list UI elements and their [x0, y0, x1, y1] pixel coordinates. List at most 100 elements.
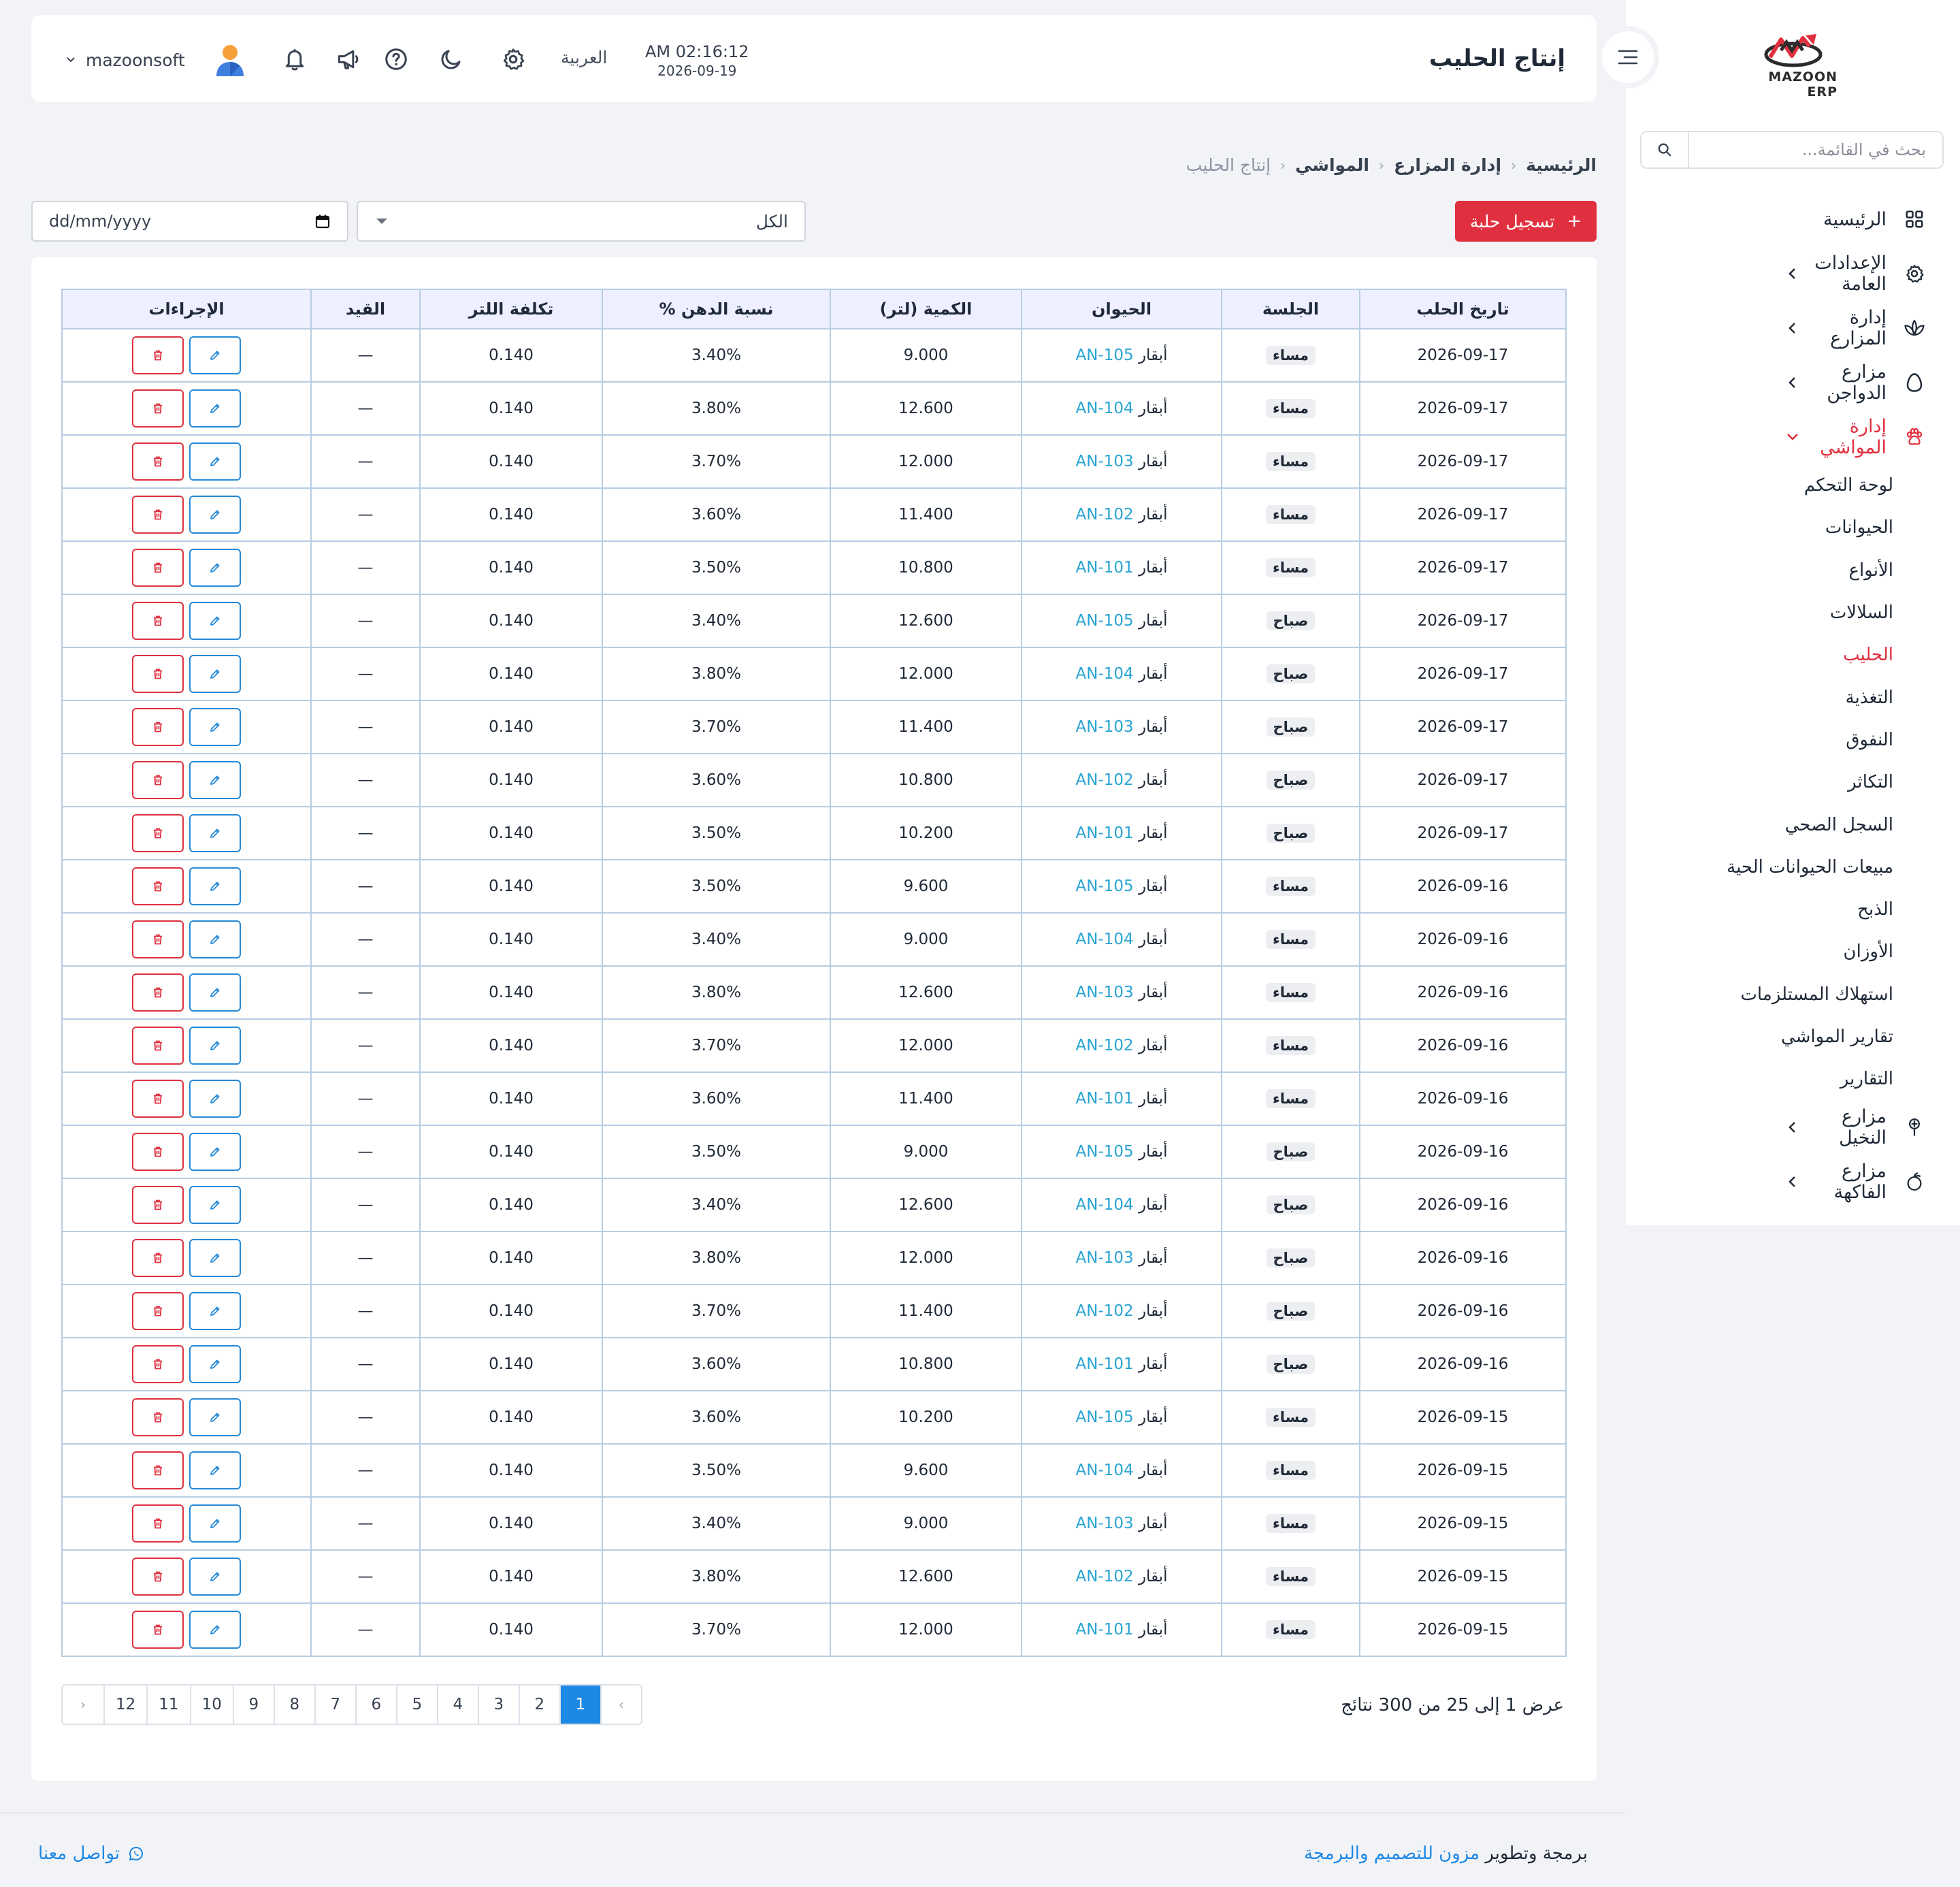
edit-button[interactable] — [189, 1558, 241, 1596]
animal-code-link[interactable]: AN-101 — [1076, 1090, 1134, 1108]
page-2[interactable]: 2 — [518, 1686, 559, 1724]
submenu-item-supplies[interactable]: استهلاك المستلزمات — [1626, 973, 1893, 1016]
pagination-prev[interactable]: ‹ — [600, 1686, 641, 1724]
page-3[interactable]: 3 — [477, 1686, 519, 1724]
delete-button[interactable] — [132, 1292, 184, 1330]
submenu-item-feeding[interactable]: التغذية — [1626, 676, 1893, 718]
page-8[interactable]: 8 — [273, 1686, 314, 1724]
delete-button[interactable] — [132, 708, 184, 746]
edit-button[interactable] — [189, 1186, 241, 1224]
help-icon[interactable] — [382, 45, 410, 74]
delete-button[interactable] — [132, 761, 184, 799]
animal-code-link[interactable]: AN-101 — [1076, 824, 1134, 842]
edit-button[interactable] — [189, 655, 241, 693]
animal-code-link[interactable]: AN-104 — [1076, 1462, 1134, 1479]
delete-button[interactable] — [132, 336, 184, 374]
edit-button[interactable] — [189, 761, 241, 799]
delete-button[interactable] — [132, 602, 184, 640]
animal-code-link[interactable]: AN-105 — [1076, 346, 1134, 364]
animal-code-link[interactable]: AN-102 — [1076, 1037, 1134, 1054]
delete-button[interactable] — [132, 1239, 184, 1277]
delete-button[interactable] — [132, 1027, 184, 1065]
page-6[interactable]: 6 — [355, 1686, 396, 1724]
add-milking-button[interactable]: + تسجيل حلبة — [1455, 201, 1597, 242]
page-7[interactable]: 7 — [314, 1686, 355, 1724]
animal-code-link[interactable]: AN-102 — [1076, 1568, 1134, 1585]
delete-button[interactable] — [132, 389, 184, 428]
breadcrumb-livestock[interactable]: المواشي — [1295, 155, 1369, 175]
animal-code-link[interactable]: AN-103 — [1076, 1249, 1134, 1267]
delete-button[interactable] — [132, 1611, 184, 1649]
edit-button[interactable] — [189, 814, 241, 852]
column-header-session[interactable]: الجلسة — [1221, 289, 1360, 329]
sidebar-item-fruit-farms[interactable]: مزارع الفاكهة — [1626, 1155, 1960, 1209]
edit-button[interactable] — [189, 1611, 241, 1649]
animal-code-link[interactable]: AN-102 — [1076, 1302, 1134, 1320]
brand-logo[interactable]: MAZOON ERP — [1749, 30, 1838, 99]
page-9[interactable]: 9 — [232, 1686, 274, 1724]
edit-button[interactable] — [189, 549, 241, 587]
submenu-item-milk[interactable]: الحليب — [1626, 634, 1893, 676]
edit-button[interactable] — [189, 973, 241, 1012]
edit-button[interactable] — [189, 1292, 241, 1330]
submenu-item-mortality[interactable]: النفوق — [1626, 719, 1893, 761]
sidebar-item-livestock[interactable]: إدارة المواشي — [1626, 410, 1960, 464]
delete-button[interactable] — [132, 442, 184, 481]
edit-button[interactable] — [189, 867, 241, 905]
delete-button[interactable] — [132, 549, 184, 587]
delete-button[interactable] — [132, 867, 184, 905]
animal-code-link[interactable]: AN-102 — [1076, 506, 1134, 523]
edit-button[interactable] — [189, 442, 241, 481]
page-4[interactable]: 4 — [436, 1686, 478, 1724]
date-filter-input[interactable]: dd/mm/yyyy — [31, 201, 348, 242]
animal-code-link[interactable]: AN-103 — [1076, 453, 1134, 470]
edit-button[interactable] — [189, 336, 241, 374]
footer-brand-link[interactable]: مزون للتصميم والبرمجة — [1304, 1843, 1480, 1864]
delete-button[interactable] — [132, 655, 184, 693]
edit-button[interactable] — [189, 920, 241, 958]
user-menu[interactable]: mazoonsoft — [65, 42, 246, 78]
animal-code-link[interactable]: AN-105 — [1076, 877, 1134, 895]
column-header-date[interactable]: تاريخ الحلب — [1359, 289, 1567, 329]
animal-code-link[interactable]: AN-101 — [1076, 1621, 1134, 1639]
delete-button[interactable] — [132, 1133, 184, 1171]
submenu-item-livestock-reports[interactable]: تقارير المواشي — [1626, 1016, 1893, 1058]
animal-code-link[interactable]: AN-105 — [1076, 1408, 1134, 1426]
moon-icon[interactable] — [437, 45, 466, 74]
animal-code-link[interactable]: AN-101 — [1076, 1355, 1134, 1373]
gear-icon[interactable] — [499, 45, 527, 74]
breadcrumb-home[interactable]: الرئيسية — [1526, 155, 1597, 175]
sidebar-item-poultry[interactable]: مزارع الدواجن — [1626, 355, 1960, 410]
delete-button[interactable] — [132, 1558, 184, 1596]
column-header-animal[interactable]: الحيوان — [1021, 289, 1222, 329]
edit-button[interactable] — [189, 708, 241, 746]
edit-button[interactable] — [189, 1451, 241, 1489]
edit-button[interactable] — [189, 602, 241, 640]
sidebar-item-farms[interactable]: إدارة المزارع — [1626, 301, 1960, 355]
page-11[interactable]: 11 — [146, 1686, 190, 1724]
animal-code-link[interactable]: AN-102 — [1076, 771, 1134, 789]
page-5[interactable]: 5 — [395, 1686, 437, 1724]
delete-button[interactable] — [132, 920, 184, 958]
breadcrumb-farms[interactable]: إدارة المزارع — [1394, 155, 1501, 175]
submenu-item-types[interactable]: الأنواع — [1626, 549, 1893, 592]
sidebar-item-home[interactable]: الرئيسية — [1626, 192, 1960, 246]
submenu-item-reports[interactable]: التقارير — [1626, 1058, 1893, 1100]
sidebar-search-button[interactable] — [1642, 132, 1689, 167]
submenu-item-slaughter[interactable]: الذبح — [1626, 888, 1893, 931]
delete-button[interactable] — [132, 1345, 184, 1383]
sidebar-search-input[interactable] — [1689, 132, 1942, 167]
submenu-item-dashboard[interactable]: لوحة التحكم — [1626, 464, 1893, 506]
animal-code-link[interactable]: AN-105 — [1076, 612, 1134, 630]
delete-button[interactable] — [132, 1398, 184, 1436]
sidebar-toggle-button[interactable] — [1597, 26, 1659, 88]
animal-code-link[interactable]: AN-103 — [1076, 984, 1134, 1001]
contact-us-link[interactable]: تواصل معنا — [38, 1843, 144, 1864]
animal-code-link[interactable]: AN-101 — [1076, 559, 1134, 577]
submenu-item-live-sales[interactable]: مبيعات الحيوانات الحية — [1626, 846, 1893, 888]
edit-button[interactable] — [189, 1027, 241, 1065]
animal-code-link[interactable]: AN-104 — [1076, 1196, 1134, 1214]
delete-button[interactable] — [132, 1451, 184, 1489]
edit-button[interactable] — [189, 1080, 241, 1118]
edit-button[interactable] — [189, 1133, 241, 1171]
